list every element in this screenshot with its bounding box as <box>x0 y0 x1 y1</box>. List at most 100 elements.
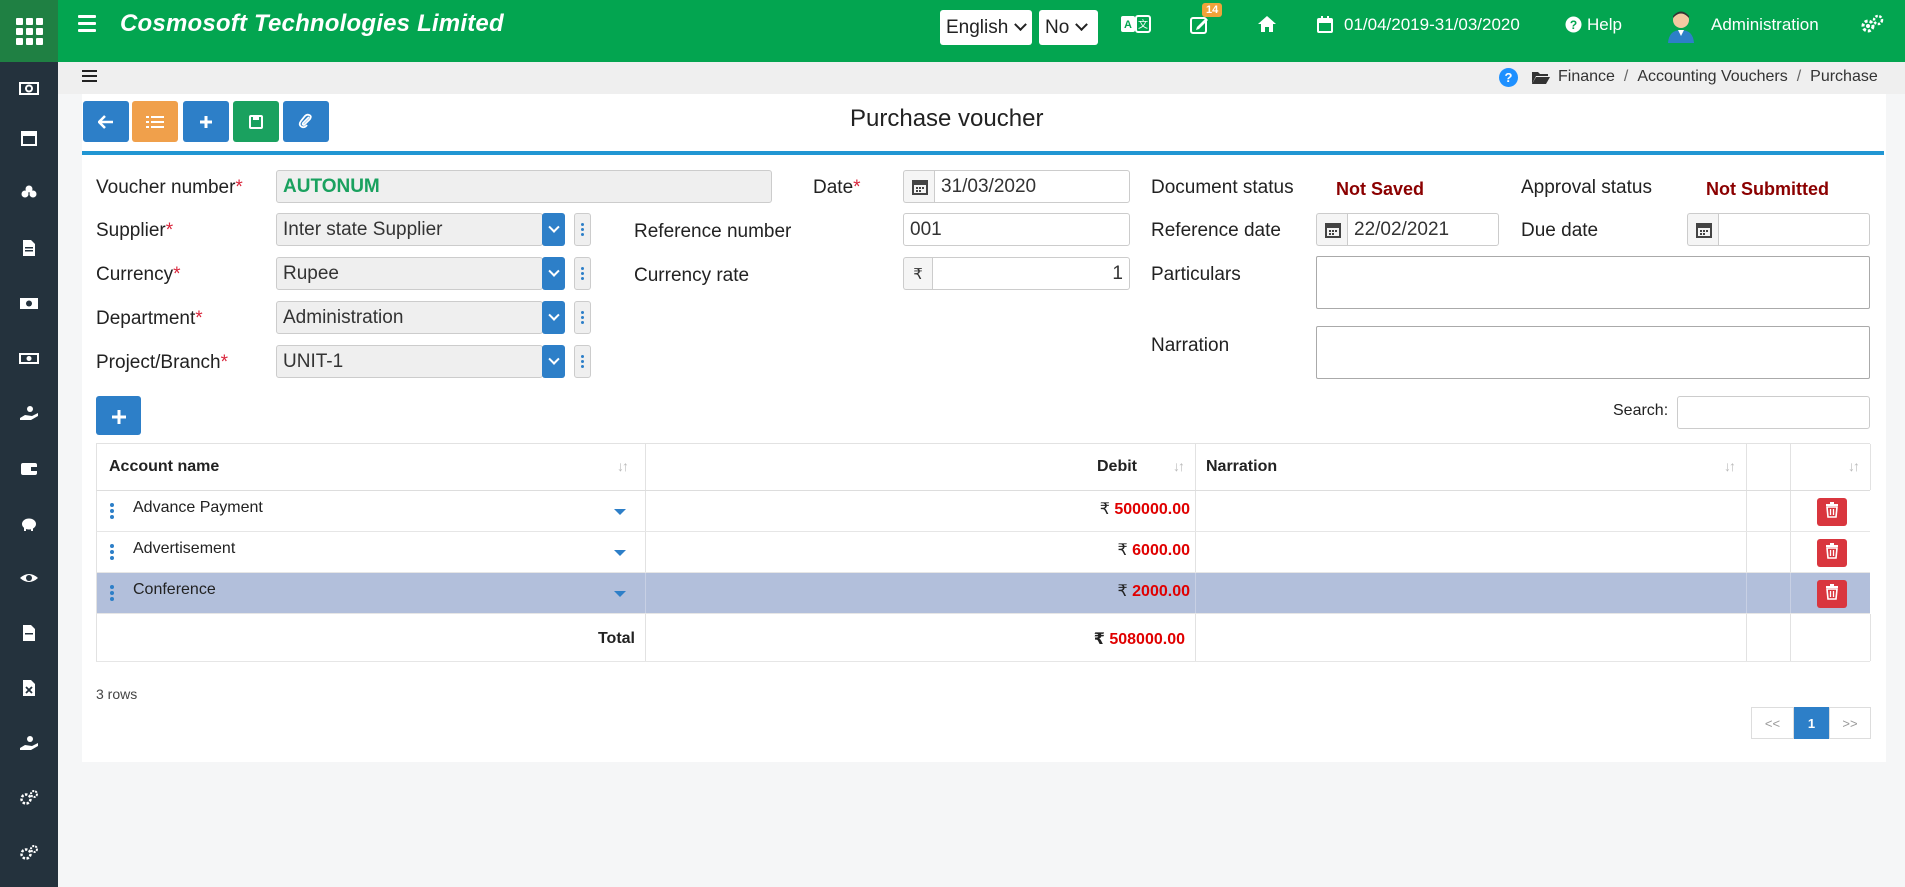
project-branch-select[interactable]: UNIT-1 <box>276 345 543 378</box>
search-input[interactable] <box>1677 396 1870 429</box>
account-cell[interactable]: Advance Payment <box>97 491 646 531</box>
project-branch-dropdown-button[interactable] <box>542 345 565 378</box>
narration-cell[interactable] <box>1196 532 1747 572</box>
sidebar-item-configuration[interactable] <box>0 835 58 875</box>
sidebar-item-calendar[interactable] <box>0 120 58 160</box>
tasks-edit-icon[interactable] <box>1190 15 1210 40</box>
project-branch-label: Project/Branch* <box>96 352 229 373</box>
home-icon[interactable] <box>1257 15 1277 38</box>
apps-grid-icon[interactable] <box>0 0 58 62</box>
department-more-button[interactable] <box>574 301 591 334</box>
language-select[interactable]: English <box>940 10 1032 45</box>
sidebar-item-savings[interactable] <box>0 505 58 545</box>
currency-rate-field[interactable]: 1 <box>932 257 1130 290</box>
date-calendar-icon[interactable] <box>903 170 935 203</box>
row-menu-icon[interactable] <box>110 503 114 521</box>
attach-button[interactable] <box>283 101 329 142</box>
currency-dropdown-button[interactable] <box>542 257 565 290</box>
breadcrumb-finance[interactable]: Finance <box>1558 68 1615 86</box>
settings-gear-icon[interactable] <box>1860 14 1884 41</box>
debit-cell[interactable]: ₹ 500000.00 <box>646 491 1196 531</box>
pager-next-button[interactable]: >> <box>1829 707 1871 739</box>
narration-cell[interactable] <box>1196 573 1747 613</box>
due-date-calendar-icon[interactable] <box>1687 213 1719 246</box>
sidebar <box>0 62 58 887</box>
pager-page-1[interactable]: 1 <box>1794 707 1829 739</box>
hand-money-icon <box>19 733 39 758</box>
sidebar-item-finance[interactable] <box>0 285 58 325</box>
debit-header[interactable]: Debit ↓↑ <box>646 444 1196 490</box>
supplier-dropdown-button[interactable] <box>542 213 565 246</box>
back-button[interactable] <box>83 101 129 142</box>
date-field[interactable]: 31/03/2020 <box>934 170 1130 203</box>
user-avatar[interactable] <box>1666 9 1696 43</box>
reference-number-field[interactable]: 001 <box>903 213 1130 246</box>
fiscal-period[interactable]: 01/04/2019-31/03/2020 <box>1344 15 1520 35</box>
add-row-button[interactable] <box>96 396 141 435</box>
chevron-down-icon <box>547 309 560 321</box>
table-row-selected[interactable]: Conference ₹ 2000.00 <box>96 573 1870 614</box>
narration-header[interactable]: Narration ↓↑ <box>1196 444 1747 490</box>
sidebar-item-users[interactable] <box>0 175 58 215</box>
table-row[interactable]: Advance Payment ₹ 500000.00 <box>96 491 1870 532</box>
account-name-header[interactable]: Account name ↓↑ <box>97 444 646 490</box>
sidebar-item-settings[interactable] <box>0 780 58 820</box>
voucher-number-field[interactable]: AUTONUM <box>276 170 772 203</box>
language-value: English <box>946 16 1009 38</box>
page-help-icon[interactable]: ? <box>1499 68 1518 87</box>
reference-date-calendar-icon[interactable] <box>1316 213 1348 246</box>
sidebar-item-dashboard[interactable] <box>0 70 58 110</box>
sidebar-item-loans[interactable] <box>0 725 58 765</box>
translate-icon[interactable]: A文 <box>1120 13 1152 40</box>
save-button[interactable] <box>233 101 279 142</box>
voucher-number-label: Voucher number* <box>96 177 243 198</box>
delete-row-button[interactable] <box>1817 539 1847 567</box>
new-button[interactable] <box>183 101 229 142</box>
sidebar-item-wallet[interactable] <box>0 450 58 490</box>
list-button[interactable] <box>132 101 178 142</box>
delete-row-button[interactable] <box>1817 580 1847 608</box>
account-cell[interactable]: Conference <box>97 573 646 613</box>
user-name[interactable]: Administration <box>1711 15 1819 35</box>
sidebar-item-excel[interactable] <box>0 670 58 710</box>
floppy-disk-icon <box>249 109 263 135</box>
supplier-more-button[interactable] <box>574 213 591 246</box>
pager-prev-button[interactable]: << <box>1751 707 1794 739</box>
option-select[interactable]: No <box>1039 10 1098 45</box>
currency-more-button[interactable] <box>574 257 591 290</box>
debit-amount: 2000.00 <box>1132 583 1190 600</box>
row-menu-icon[interactable] <box>110 585 114 603</box>
sidebar-item-payments[interactable] <box>0 340 58 380</box>
approval-status-value: Not Submitted <box>1706 179 1829 199</box>
debit-cell[interactable]: ₹ 2000.00 <box>646 573 1196 613</box>
project-branch-more-button[interactable] <box>574 345 591 378</box>
caret-down-icon[interactable] <box>614 509 626 515</box>
currency-select[interactable]: Rupee <box>276 257 543 290</box>
narration-textarea[interactable] <box>1316 326 1870 379</box>
help-link[interactable]: Help <box>1587 15 1622 35</box>
caret-down-icon[interactable] <box>614 550 626 556</box>
debit-amount: 500000.00 <box>1114 501 1190 518</box>
account-cell[interactable]: Advertisement <box>97 532 646 572</box>
breadcrumb-accounting-vouchers[interactable]: Accounting Vouchers <box>1637 68 1787 86</box>
menu-toggle-icon[interactable] <box>78 15 96 36</box>
sidebar-item-documents[interactable] <box>0 230 58 270</box>
action-header[interactable]: ↓↑ <box>1791 444 1871 490</box>
row-menu-icon[interactable] <box>110 544 114 562</box>
help-icon[interactable]: ? <box>1565 16 1582 38</box>
sidebar-item-receipts[interactable] <box>0 395 58 435</box>
caret-down-icon[interactable] <box>614 591 626 597</box>
delete-row-button[interactable] <box>1817 498 1847 526</box>
department-select[interactable]: Administration <box>276 301 543 334</box>
department-dropdown-button[interactable] <box>542 301 565 334</box>
table-row[interactable]: Advertisement ₹ 6000.00 <box>96 532 1870 573</box>
narration-cell[interactable] <box>1196 491 1747 531</box>
particulars-textarea[interactable] <box>1316 256 1870 309</box>
sub-menu-toggle-icon[interactable] <box>82 70 97 85</box>
reference-date-field[interactable]: 22/02/2021 <box>1347 213 1499 246</box>
sidebar-item-reports[interactable] <box>0 615 58 655</box>
supplier-select[interactable]: Inter state Supplier <box>276 213 543 246</box>
due-date-field[interactable] <box>1718 213 1870 246</box>
sidebar-item-view[interactable] <box>0 560 58 600</box>
debit-cell[interactable]: ₹ 6000.00 <box>646 532 1196 572</box>
